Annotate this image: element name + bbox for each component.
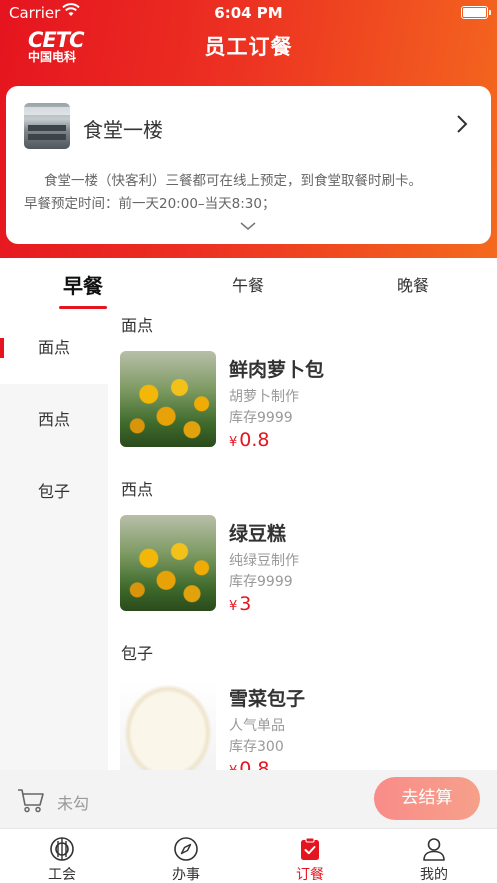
tab-dinner[interactable]: 晚餐: [353, 272, 473, 296]
food-name: 鲜肉萝卜包: [229, 359, 325, 381]
meal-tabs: 早餐 午餐 晚餐: [0, 258, 497, 312]
tabbar-label: 办事: [172, 867, 200, 883]
food-stock: 库存9999: [229, 574, 293, 590]
food-price: ¥0.8: [229, 758, 270, 770]
food-description: 胡萝卜制作: [229, 389, 299, 405]
tab-breakfast[interactable]: 早餐: [23, 270, 143, 299]
tabbar-label: 订餐: [296, 867, 324, 883]
price-value: 0.8: [239, 758, 270, 770]
menu-list[interactable]: 面点 鲜肉萝卜包 胡萝卜制作 库存9999 ¥0.8 西点 绿豆糕 纯绿豆制作 …: [108, 312, 497, 770]
food-price: ¥3: [229, 593, 251, 615]
canteen-thumbnail: [24, 103, 70, 149]
section-title: 西点: [121, 480, 154, 499]
food-item[interactable]: 绿豆糕 纯绿豆制作 库存9999 ¥3: [120, 515, 490, 615]
canteen-desc-line2: 早餐预定时间：前一天20:00–当天8:30；: [24, 196, 276, 212]
order-clipboard-icon: [301, 837, 319, 860]
food-description: 人气单品: [229, 718, 285, 734]
food-stock: 库存300: [229, 739, 284, 755]
food-description: 纯绿豆制作: [229, 553, 299, 569]
tabbar-item-union[interactable]: 工会: [0, 829, 124, 883]
food-name: 绿豆糕: [229, 523, 287, 545]
price-value: 3: [239, 593, 252, 615]
food-stock: 库存9999: [229, 410, 293, 426]
canteen-description: 食堂一楼（快客利）三餐都可在线上预定，到食堂取餐时刷卡。 早餐预定时间：前一天2…: [24, 170, 477, 216]
canteen-desc-line1: 食堂一楼（快客利）三餐都可在线上预定，到食堂取餐时刷卡。: [44, 173, 422, 189]
currency-symbol: ¥: [229, 435, 238, 450]
cart-icon[interactable]: [17, 787, 45, 813]
section-title: 包子: [121, 644, 154, 663]
category-sidebar: 面点 西点 包子: [0, 312, 108, 770]
price-value: 0.8: [239, 429, 270, 451]
active-tab-indicator: [59, 306, 107, 309]
tabbar-item-mine[interactable]: 我的: [372, 829, 496, 883]
food-name: 雪菜包子: [229, 688, 306, 710]
status-bar: Carrier 6:04 PM: [0, 0, 497, 26]
sidebar-item-baozi[interactable]: 包子: [0, 456, 108, 528]
battery-icon: [461, 6, 491, 19]
canteen-card[interactable]: 食堂一楼 食堂一楼（快客利）三餐都可在线上预定，到食堂取餐时刷卡。 早餐预定时间…: [6, 86, 491, 244]
currency-symbol: ¥: [229, 599, 238, 614]
page-title: 员工订餐: [204, 35, 293, 59]
chevron-down-icon[interactable]: [239, 221, 257, 231]
bottom-tab-bar: 工会 办事 订餐 我的: [0, 828, 497, 883]
tabbar-label: 工会: [48, 867, 76, 883]
tabbar-item-affairs[interactable]: 办事: [124, 829, 248, 883]
food-image: [120, 515, 216, 611]
cart-bar: 未勾 去结算: [0, 770, 497, 828]
food-image: [120, 680, 216, 770]
tabbar-item-order[interactable]: 订餐: [248, 829, 372, 883]
sidebar-item-mianidian[interactable]: 面点: [0, 312, 108, 384]
compass-icon: [174, 837, 198, 861]
chevron-right-icon[interactable]: [455, 114, 469, 134]
union-icon: [50, 837, 74, 861]
checkout-button[interactable]: 去结算: [374, 777, 480, 820]
cart-status: 未勾: [57, 794, 90, 813]
sidebar-item-xidian[interactable]: 西点: [0, 384, 108, 456]
canteen-name: 食堂一楼: [83, 118, 163, 142]
food-image: [120, 351, 216, 447]
tabbar-label: 我的: [420, 867, 448, 883]
user-icon: [423, 838, 445, 861]
food-item[interactable]: 雪菜包子 人气单品 库存300 ¥0.8: [120, 680, 490, 770]
tab-lunch[interactable]: 午餐: [188, 272, 308, 296]
food-item[interactable]: 鲜肉萝卜包 胡萝卜制作 库存9999 ¥0.8: [120, 351, 490, 451]
food-price: ¥0.8: [229, 429, 270, 451]
clock: 6:04 PM: [214, 4, 283, 22]
section-title: 面点: [121, 316, 154, 335]
